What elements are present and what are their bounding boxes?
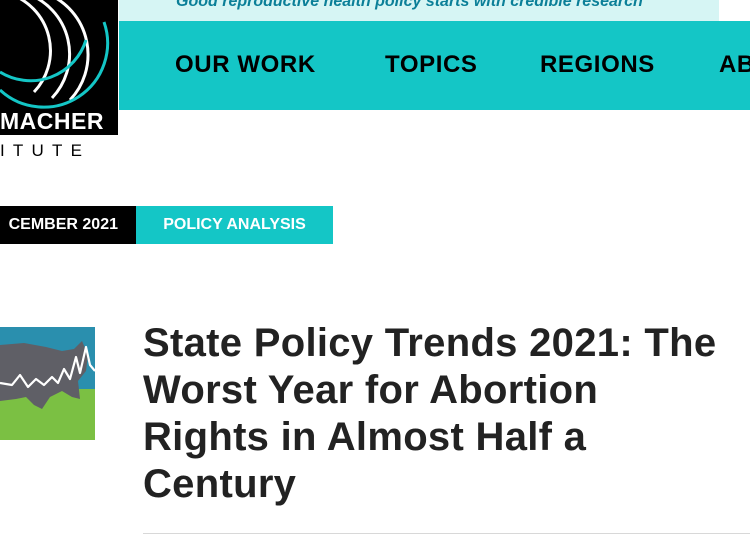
article-title-line: State Policy Trends 2021: The xyxy=(143,321,717,365)
article-title[interactable]: State Policy Trends 2021: The Worst Year… xyxy=(143,320,750,508)
nav-item-about[interactable]: AB xyxy=(719,51,750,79)
us-map-trend-image xyxy=(0,327,95,440)
nav-item-regions[interactable]: REGIONS xyxy=(540,51,655,79)
article-title-line: Rights in Almost Half a xyxy=(143,415,587,459)
logo-subtitle: ITUTE xyxy=(0,141,91,160)
nav-item-our-work[interactable]: OUR WORK xyxy=(175,51,316,79)
article-date: CEMBER 2021 xyxy=(8,216,118,233)
date-badge: CEMBER 2021 xyxy=(0,206,136,244)
tagline-text: Good reproductive health policy starts w… xyxy=(176,0,643,10)
logo-name: MACHER xyxy=(0,108,104,134)
article-thumbnail[interactable] xyxy=(0,327,95,440)
nav-item-topics[interactable]: TOPICS xyxy=(385,51,478,79)
article-title-line: Century xyxy=(143,462,297,506)
tagline-bar: Good reproductive health policy starts w… xyxy=(119,0,719,21)
main-nav: OUR WORK TOPICS REGIONS AB xyxy=(119,21,750,110)
site-logo[interactable]: MACHER ITUTE xyxy=(0,0,119,164)
article-type-badge[interactable]: POLICY ANALYSIS xyxy=(136,206,333,244)
divider xyxy=(143,533,750,534)
logo-mark: MACHER xyxy=(0,0,118,135)
article-title-line: Worst Year for Abortion xyxy=(143,368,599,412)
